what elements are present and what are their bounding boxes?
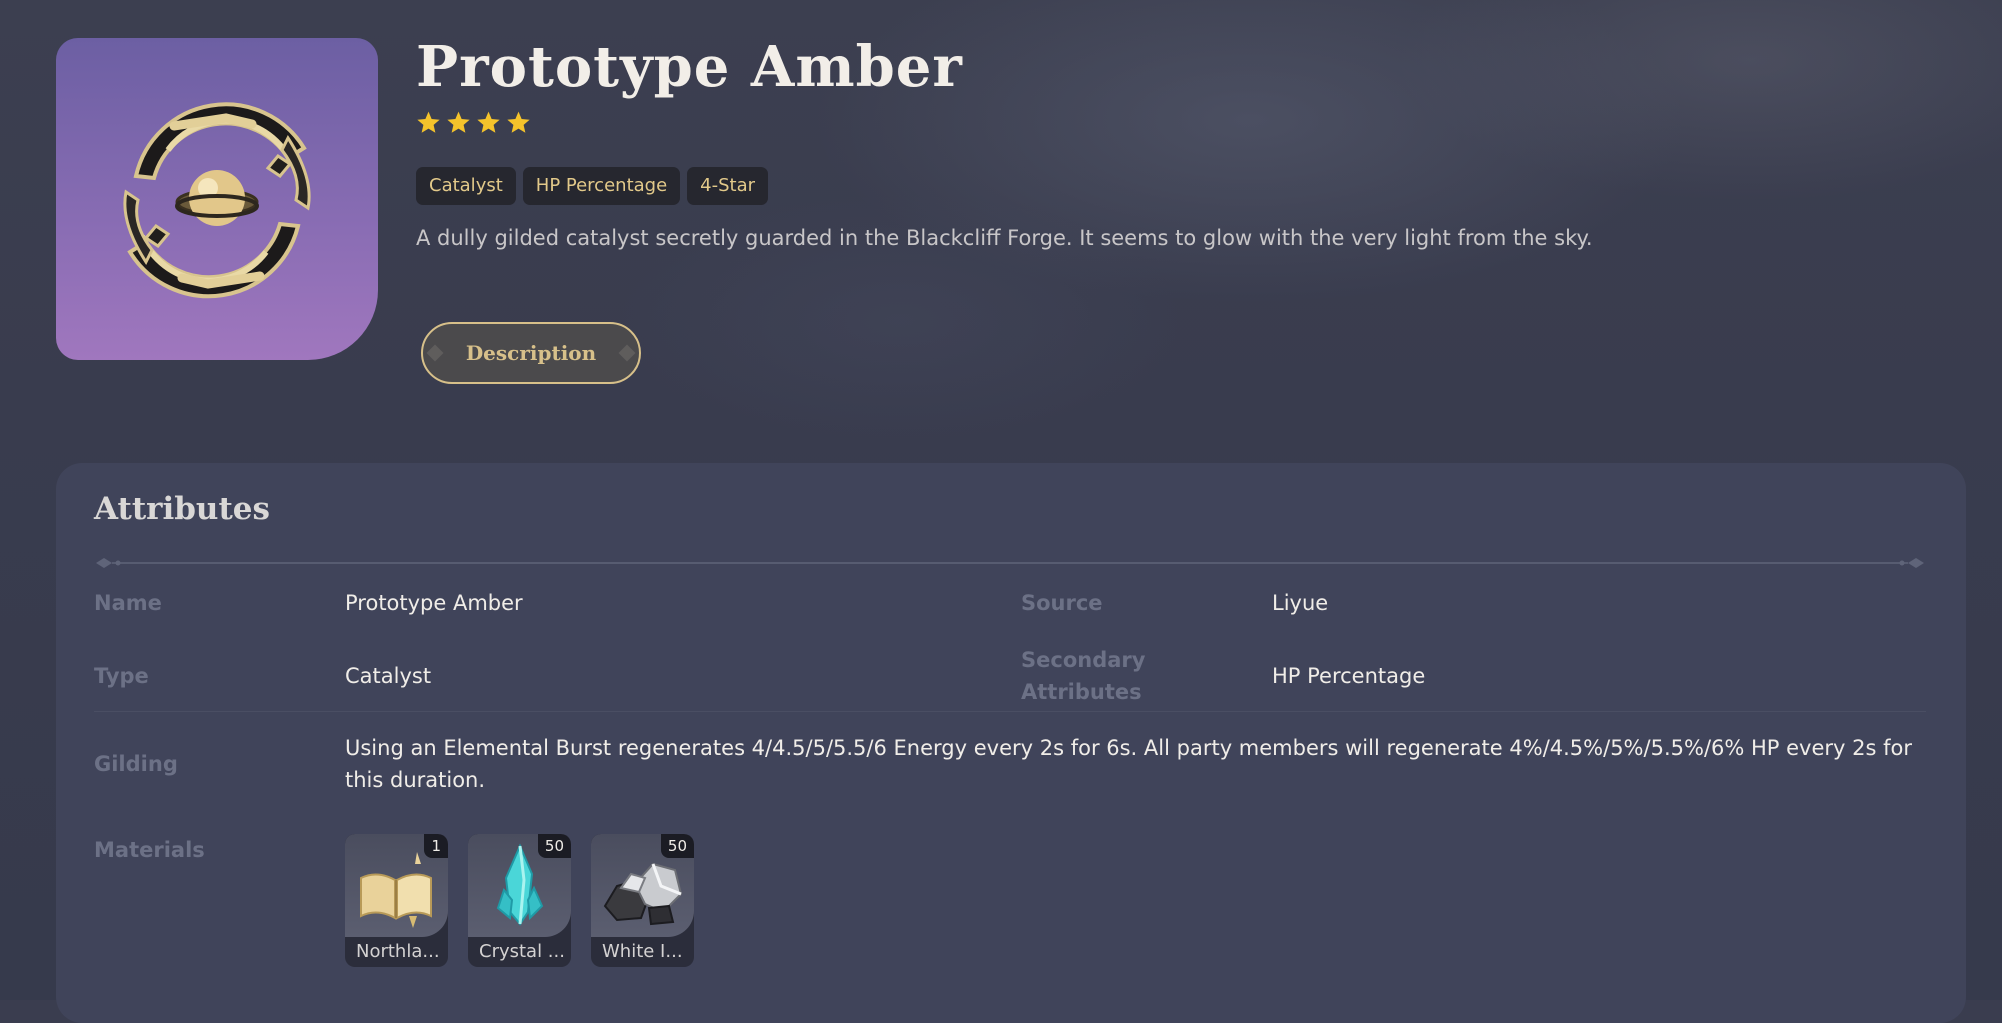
gilding-value: Using an Elemental Burst regenerates 4/4… xyxy=(345,736,1912,792)
secondary-attributes-label-line1: Secondary xyxy=(1021,648,1146,672)
material-name: White I... xyxy=(602,941,683,962)
source-value: Liyue xyxy=(1272,591,1329,615)
materials-label: Materials xyxy=(94,838,205,862)
star-icon xyxy=(477,111,500,133)
tag-secondary-stat[interactable]: HP Percentage xyxy=(522,167,681,205)
tag-weapon-type[interactable]: Catalyst xyxy=(416,167,516,205)
attributes-heading: Attributes xyxy=(94,491,270,527)
description-button-label: Description xyxy=(465,341,597,365)
button-ornament-right xyxy=(618,344,636,362)
row-separator xyxy=(94,711,1926,712)
secondary-attributes-label: Secondary Attributes xyxy=(1021,644,1145,708)
source-label: Source xyxy=(1021,591,1103,615)
secondary-attributes-value: HP Percentage xyxy=(1272,664,1426,688)
weapon-name: Prototype Amber xyxy=(416,34,963,100)
tag-rarity[interactable]: 4-Star xyxy=(687,167,769,205)
star-icon xyxy=(447,111,470,133)
material-count: 1 xyxy=(424,834,448,858)
name-label: Name xyxy=(94,591,162,615)
star-icon xyxy=(417,111,440,133)
description-button[interactable]: Description xyxy=(421,322,641,384)
button-ornament-left xyxy=(426,344,444,362)
catalyst-icon xyxy=(123,102,311,299)
material-item[interactable]: 50 White I... xyxy=(591,834,694,967)
material-count: 50 xyxy=(660,834,694,858)
material-count: 50 xyxy=(537,834,571,858)
material-name: Northla... xyxy=(356,941,440,962)
rarity-stars xyxy=(416,110,531,135)
attributes-panel: Attributes Name Prototype Amber Source L… xyxy=(56,463,1966,1023)
weapon-description: A dully gilded catalyst secretly guarded… xyxy=(416,226,1593,250)
star-icon xyxy=(507,111,530,133)
ornamental-divider xyxy=(96,558,1924,568)
material-item[interactable]: 50 Crystal ... xyxy=(468,834,571,967)
material-item[interactable]: 1 Northla... xyxy=(345,834,448,967)
secondary-attributes-label-line2: Attributes xyxy=(1021,680,1142,704)
material-name: Crystal ... xyxy=(479,941,565,962)
gilding-label: Gilding xyxy=(94,752,178,776)
weapon-image xyxy=(56,38,378,360)
type-label: Type xyxy=(94,664,149,688)
type-value: Catalyst xyxy=(345,664,432,688)
weapon-tags: Catalyst HP Percentage 4-Star xyxy=(416,167,769,205)
name-value: Prototype Amber xyxy=(345,591,523,615)
